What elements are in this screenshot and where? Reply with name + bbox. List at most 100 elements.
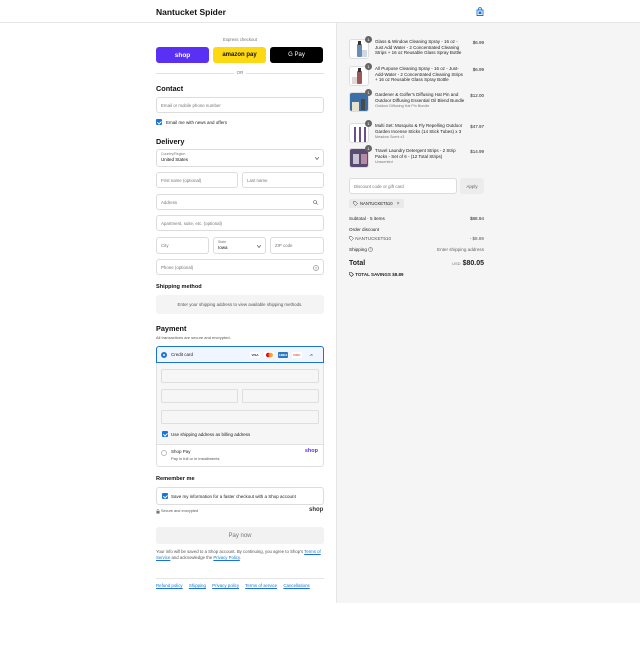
legal-text: Your info will be saved to a Shop accoun… xyxy=(156,549,324,561)
save-info-label: Save my information for a faster checkou… xyxy=(171,493,296,499)
cart-item: 1 Glass & Window Cleaning Spray - 16 oz … xyxy=(349,36,484,65)
help-circle-icon[interactable]: ? xyxy=(313,264,319,271)
item-price: $14.99 xyxy=(470,149,484,154)
pay-now-button[interactable]: Pay now xyxy=(156,527,324,544)
privacy-policy-footer-link[interactable]: Privacy policy xyxy=(212,583,239,588)
item-name-text: Multi Set: Mosquito & Fly Repelling Outd… xyxy=(375,123,463,134)
terms-of-service-footer-link[interactable]: Terms of service xyxy=(245,583,277,588)
card-cvv-field[interactable] xyxy=(242,389,319,403)
remove-code-icon[interactable]: × xyxy=(397,201,400,207)
phone-field[interactable]: Phone (optional) ? xyxy=(156,259,324,275)
amex-icon: AMEX xyxy=(278,352,288,358)
total-savings-label: TOTAL SAVINGS xyxy=(355,272,391,277)
quantity-badge: 1 xyxy=(365,63,372,70)
country-value: United States xyxy=(161,157,189,162)
footer-divider xyxy=(156,578,324,579)
subtotal-label: Subtotal · 5 items xyxy=(349,216,385,221)
news-checkbox[interactable] xyxy=(156,119,162,125)
quantity-badge: 1 xyxy=(365,89,372,96)
shop-pay-title: Shop Pay xyxy=(171,449,191,454)
cancellations-link[interactable]: Cancellations xyxy=(283,583,309,588)
card-number-field[interactable] xyxy=(161,369,319,383)
item-price: $47.97 xyxy=(470,124,484,129)
or-divider: OR xyxy=(156,70,324,76)
apartment-placeholder: Apartment, suite, etc. (optional) xyxy=(161,221,223,226)
card-expiry-field[interactable] xyxy=(161,389,238,403)
order-discount-label: Order discount xyxy=(349,227,380,232)
address-field[interactable]: Address xyxy=(156,194,324,210)
shipping-link[interactable]: Shipping xyxy=(189,583,206,588)
card-name-field[interactable] xyxy=(161,410,319,424)
apply-discount-button[interactable]: Apply xyxy=(460,178,484,194)
tag-icon xyxy=(349,236,354,242)
item-name-text: Travel Laundry Detergent Strips - 2 Stri… xyxy=(375,148,456,159)
subtotal-value: $88.94 xyxy=(469,216,484,221)
payment-subtitle: All transactions are secure and encrypte… xyxy=(156,335,231,340)
discount-code-line: NANTUCKET510 xyxy=(355,236,392,241)
zip-field[interactable]: ZIP code xyxy=(270,237,324,254)
credit-card-label: Credit card xyxy=(171,352,194,357)
legal-text-1: Your info will be saved to a Shop accoun… xyxy=(156,549,304,554)
email-field[interactable]: Email or mobile phone number xyxy=(156,97,324,113)
shop-pay-logo: shop xyxy=(304,448,318,454)
item-variant: Outdoor Diffusing Hat Pin Bundle xyxy=(375,104,430,109)
city-field[interactable]: City xyxy=(156,237,209,254)
total-savings-value: $8.89 xyxy=(392,272,404,277)
item-price: $6.99 xyxy=(472,67,484,72)
refund-policy-link[interactable]: Refund policy xyxy=(156,583,183,588)
discount-code-tag: NANTUCKET510 × xyxy=(349,199,404,208)
credit-card-radio[interactable] xyxy=(161,352,167,358)
billing-address-checkbox[interactable] xyxy=(162,431,168,437)
card-details-panel: Use shipping address as billing address xyxy=(156,363,324,445)
footer-links: Refund policy Shipping Privacy policy Te… xyxy=(156,583,315,588)
state-select[interactable]: State Iowa xyxy=(213,237,266,254)
credit-card-option[interactable]: Credit card VISA AMEX DISC +5 xyxy=(156,346,324,363)
apartment-field[interactable]: Apartment, suite, etc. (optional) xyxy=(156,215,324,231)
first-name-field[interactable]: First name (optional) xyxy=(156,172,238,188)
lock-icon xyxy=(156,509,160,514)
tag-icon xyxy=(349,272,354,278)
legal-text-2: and acknowledge the xyxy=(171,555,213,560)
item-name: Multi Set: Mosquito & Fly Repelling Outd… xyxy=(375,123,465,141)
store-name[interactable]: Nantucket Spider xyxy=(156,7,226,17)
cart-item: 1 Gardener & Golfer's Diffusing Hat Pin … xyxy=(349,89,484,118)
last-name-field[interactable]: Last name xyxy=(242,172,324,188)
item-variant: Meadow Scent x3 xyxy=(375,135,405,140)
total-savings-row: TOTAL SAVINGS $8.89 xyxy=(349,272,484,278)
shop-pay-radio[interactable] xyxy=(161,450,167,456)
country-select[interactable]: Country/Region United States xyxy=(156,149,324,167)
save-info-checkbox[interactable] xyxy=(162,493,168,499)
privacy-policy-link[interactable]: Privacy Policy xyxy=(213,555,239,560)
shop-pay-option[interactable]: Shop Pay Pay in full or in installments … xyxy=(156,445,324,467)
legal-end: . xyxy=(239,555,241,560)
mastercard-icon xyxy=(264,352,274,358)
discount-line-row: NANTUCKET510 - $8.89 xyxy=(349,236,484,242)
remember-me-box: Save my information for a faster checkou… xyxy=(156,487,324,505)
search-icon xyxy=(313,200,318,205)
item-name: Gardener & Golfer's Diffusing Hat Pin an… xyxy=(375,92,465,110)
help-circle-icon[interactable]: ? xyxy=(368,247,374,253)
shipping-row: Shipping ? Enter shipping address xyxy=(349,247,484,253)
visa-icon: VISA xyxy=(250,352,260,358)
total-value: $80.05 xyxy=(462,260,484,267)
header: Nantucket Spider xyxy=(0,0,640,23)
item-price: $6.99 xyxy=(472,40,484,45)
state-value: Iowa xyxy=(218,245,228,250)
shipping-method-heading: Shipping method xyxy=(156,284,202,290)
express-checkout-label: Express checkout xyxy=(223,37,257,42)
shop-pay-button[interactable]: shop xyxy=(156,47,209,63)
remember-me-heading: Remember me xyxy=(156,476,195,482)
billing-address-label: Use shipping address as billing address xyxy=(171,431,251,437)
svg-text:?: ? xyxy=(315,266,317,270)
item-name: Travel Laundry Detergent Strips - 2 Stri… xyxy=(375,148,465,166)
tag-icon xyxy=(353,201,358,206)
item-variant: Unscented xyxy=(375,160,393,165)
discount-code-text: NANTUCKET510 xyxy=(360,201,393,206)
zip-placeholder: ZIP code xyxy=(275,243,293,248)
google-pay-button[interactable]: G Pay xyxy=(270,47,323,63)
discount-code-input[interactable]: Discount code or gift card xyxy=(349,178,457,194)
secure-text: Secure and encrypted xyxy=(161,509,199,513)
shopping-bag-icon[interactable] xyxy=(476,7,484,16)
shipping-method-message: Enter your shipping address to view avai… xyxy=(156,295,324,314)
amazon-pay-button[interactable]: amazon pay xyxy=(213,47,266,63)
